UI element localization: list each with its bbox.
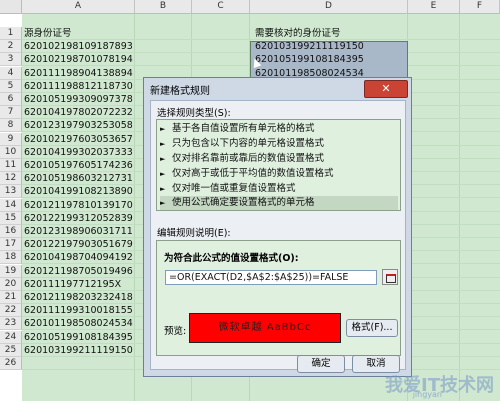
rule-type-item-selected[interactable]: ► 使用公式确定要设置格式的单元格 — [160, 196, 398, 210]
row-header[interactable]: 2 — [0, 40, 22, 53]
close-button[interactable]: ✕ — [364, 80, 408, 98]
row-header[interactable]: 5 — [0, 80, 22, 93]
row-header[interactable]: 24 — [0, 331, 22, 344]
cell-a[interactable]: 620104197802072232 — [24, 106, 133, 119]
row-header[interactable]: 6 — [0, 93, 22, 106]
rule-type-item[interactable]: ► 仅对排名靠前或靠后的数值设置格式 — [160, 152, 398, 166]
row-header[interactable]: 9 — [0, 133, 22, 146]
row-header[interactable]: 8 — [0, 119, 22, 132]
column-header-d[interactable]: D — [250, 0, 408, 14]
cell-a[interactable]: 620105197605174236 — [24, 159, 133, 172]
row-header[interactable]: 12 — [0, 172, 22, 185]
rule-type-list[interactable]: ► 基于各自值设置所有单元格的格式 ► 只为包含以下内容的单元格设置格式 ► 仅对排名… — [156, 119, 401, 211]
cell-a[interactable]: 620111199310018155 — [24, 304, 133, 317]
cell-a[interactable]: 620102198109187893 — [24, 40, 133, 53]
row-header[interactable]: 18 — [0, 251, 22, 264]
rule-type-item[interactable]: ► 仅对高于或低于平均值的数值设置格式 — [160, 167, 398, 181]
row-header[interactable]: 21 — [0, 291, 22, 304]
column-header-f[interactable]: F — [460, 0, 500, 14]
select-rule-type-label: 选择规则类型(S): — [157, 108, 231, 119]
arrow-right-icon: ► — [160, 199, 166, 207]
column-header-a[interactable]: A — [22, 0, 135, 14]
arrow-right-icon: ► — [160, 140, 166, 148]
cell-a[interactable]: 620123198906031711 — [24, 225, 133, 238]
cell-a[interactable]: 620122197903051679 — [24, 238, 133, 251]
row-header[interactable]: 1 — [0, 27, 22, 40]
row-header[interactable]: 26 — [0, 357, 22, 370]
dialog-title: 新建格式规则 — [150, 86, 210, 97]
row-header[interactable]: 14 — [0, 199, 22, 212]
cell-a[interactable]: 620103199211119150 — [24, 344, 133, 357]
collapse-dialog-icon[interactable] — [382, 269, 398, 285]
row-header[interactable]: 15 — [0, 212, 22, 225]
arrow-right-icon: ► — [160, 125, 166, 133]
cell-d[interactable]: 620105199108184395 — [255, 53, 364, 66]
formula-input[interactable]: =OR(EXACT(D2,$A$2:$A$25))=FALSE — [165, 270, 377, 285]
cell-a[interactable]: 620102197603053657 — [24, 133, 133, 146]
cell-a[interactable]: 620102198701078194 — [24, 53, 133, 66]
format-preview: 微软卓越 AaBbCc — [189, 313, 341, 343]
cell-a[interactable]: 620121197810139170 — [24, 199, 133, 212]
preview-label: 预览: — [164, 326, 187, 337]
row-header[interactable]: 20 — [0, 278, 22, 291]
row-header[interactable]: 4 — [0, 67, 22, 80]
rule-type-item[interactable]: ► 只为包含以下内容的单元格设置格式 — [160, 137, 398, 151]
arrow-right-icon: ► — [160, 155, 166, 163]
cell-d1[interactable]: 需要核对的身份证号 — [255, 27, 341, 40]
row-header[interactable]: 25 — [0, 344, 22, 357]
format-button[interactable]: 格式(F)... — [346, 319, 398, 337]
row-header[interactable]: 19 — [0, 265, 22, 278]
cell-a[interactable]: 620104199108213890 — [24, 185, 133, 198]
cell-a[interactable]: 620111197712195X — [24, 278, 121, 291]
arrow-right-icon: ► — [160, 185, 166, 193]
cell-a[interactable]: 620111198904138894 — [24, 67, 133, 80]
select-all-corner[interactable] — [0, 0, 22, 14]
cell-a[interactable]: 620123197903253058 — [24, 119, 133, 132]
row-header[interactable]: 7 — [0, 106, 22, 119]
new-format-rule-dialog: 新建格式规则 ✕ 选择规则类型(S): ► 基于各自值设置所有单元格的格式 ► 只为… — [143, 77, 412, 377]
cell-a[interactable]: 620101198508024534 — [24, 317, 133, 330]
row-header[interactable]: 23 — [0, 317, 22, 330]
row-header[interactable]: 3 — [0, 53, 22, 66]
arrow-right-icon: ► — [160, 170, 166, 178]
row-header[interactable]: 22 — [0, 304, 22, 317]
cell-a[interactable]: 620105199309097378 — [24, 93, 133, 106]
row-header[interactable]: 10 — [0, 146, 22, 159]
rule-description-panel: 为符合此公式的值设置格式(O): =OR(EXACT(D2,$A$2:$A$25… — [156, 240, 401, 356]
row-header[interactable]: 16 — [0, 225, 22, 238]
row-header[interactable]: 17 — [0, 238, 22, 251]
formula-label: 为符合此公式的值设置格式(O): — [164, 253, 299, 264]
cell-a[interactable]: 620105199108184395 — [24, 331, 133, 344]
rule-type-item[interactable]: ► 仅对唯一值或重复值设置格式 — [160, 182, 398, 196]
cell-a[interactable]: 620105198603212731 — [24, 172, 133, 185]
cell-a[interactable]: 620104199302037333 — [24, 146, 133, 159]
cell-a1[interactable]: 源身份证号 — [24, 27, 72, 40]
edit-rule-desc-label: 编辑规则说明(E): — [157, 228, 231, 239]
watermark: 我爱IT技术网 — [385, 375, 494, 396]
column-header-e[interactable]: E — [408, 0, 460, 14]
cell-d[interactable]: 620103199211119150 — [255, 40, 364, 53]
cell-a[interactable]: 620122199312052839 — [24, 212, 133, 225]
cell-a[interactable]: 620104198704094192 — [24, 251, 133, 264]
dialog-body: 选择规则类型(S): ► 基于各自值设置所有单元格的格式 ► 只为包含以下内容的单元… — [150, 100, 406, 373]
column-header-c[interactable]: C — [192, 0, 250, 14]
cell-a[interactable]: 620121198705019496 — [24, 265, 133, 278]
cell-a[interactable]: 620111198812118730 — [24, 80, 133, 93]
cell-a[interactable]: 620121198203232418 — [24, 291, 133, 304]
rule-type-item[interactable]: ► 基于各自值设置所有单元格的格式 — [160, 122, 398, 136]
ok-button[interactable]: 确定 — [297, 355, 345, 373]
row-header[interactable]: 13 — [0, 185, 22, 198]
row-header[interactable]: 11 — [0, 159, 22, 172]
column-header-b[interactable]: B — [135, 0, 192, 14]
